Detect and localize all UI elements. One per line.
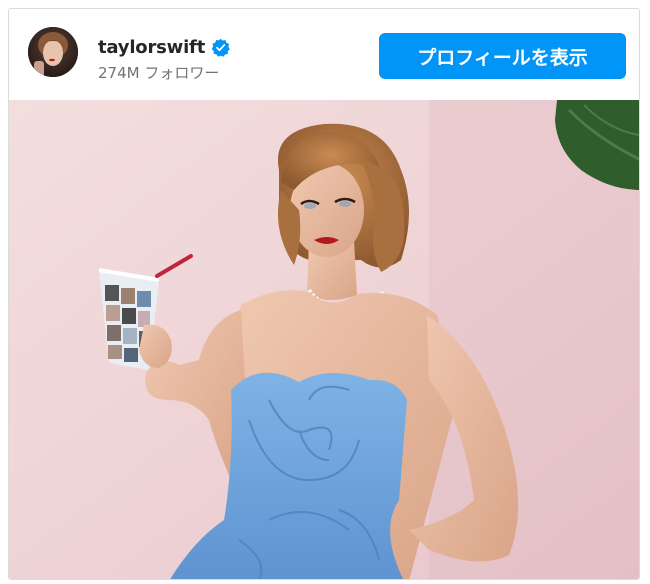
view-profile-button[interactable]: プロフィールを表示 — [379, 33, 626, 79]
username-row: taylorswift — [98, 34, 230, 60]
avatar-image — [28, 27, 78, 77]
post-image — [9, 100, 639, 579]
username[interactable]: taylorswift — [98, 37, 205, 58]
post-header: taylorswift 274M フォロワー プロフィールを表示 — [9, 9, 639, 100]
instagram-embed-card: taylorswift 274M フォロワー プロフィールを表示 — [8, 8, 640, 580]
follower-count: 274M フォロワー — [98, 64, 220, 82]
post-photo[interactable] — [9, 100, 639, 579]
avatar[interactable] — [28, 27, 78, 77]
verified-badge-icon — [211, 38, 230, 57]
